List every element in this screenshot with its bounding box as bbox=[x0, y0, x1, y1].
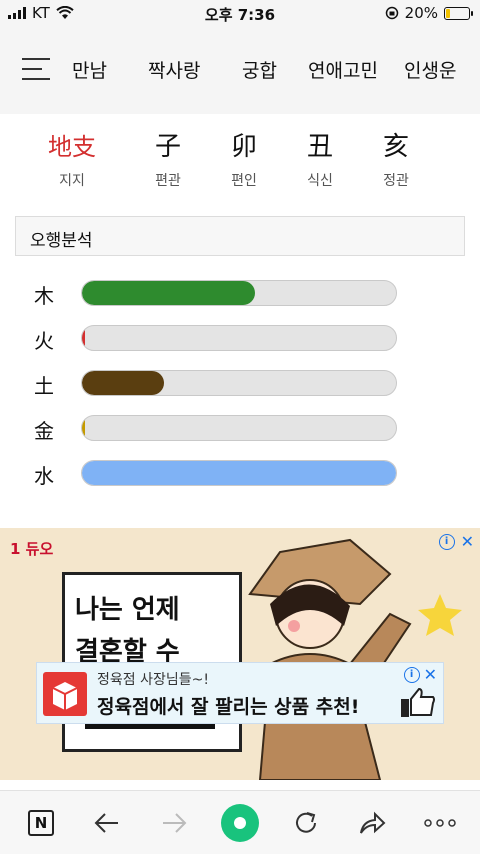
element-bar-track bbox=[81, 280, 397, 306]
pillar-sub: 정관 bbox=[383, 173, 409, 189]
pillar-2: 卯 편인 bbox=[209, 130, 279, 190]
element-label: 火 bbox=[34, 329, 54, 353]
element-row-fire: 火 bbox=[0, 321, 480, 355]
pillar-hanja: 卯 bbox=[230, 132, 257, 162]
pillar-hanja: 丑 bbox=[306, 132, 333, 162]
nav-item-crush[interactable]: 짝사랑 bbox=[148, 56, 200, 83]
element-bar-track bbox=[81, 370, 397, 396]
battery-icon bbox=[444, 6, 473, 20]
element-bar-track bbox=[81, 325, 397, 351]
jiji-label: 지지 bbox=[59, 173, 85, 189]
pillar-hanja: 亥 bbox=[382, 132, 409, 162]
pillar-3: 丑 식신 bbox=[285, 130, 355, 190]
jiji-hanja: 地支 bbox=[48, 133, 96, 161]
nav-item-compatibility[interactable]: 궁합 bbox=[242, 56, 277, 83]
box-icon bbox=[43, 672, 87, 716]
element-label: 土 bbox=[34, 374, 54, 398]
section-title: 오행분석 bbox=[30, 231, 93, 251]
status-bar: KT 오후 7:36 20% bbox=[0, 0, 480, 26]
element-label: 木 bbox=[34, 284, 54, 308]
element-bar-fill bbox=[82, 371, 164, 395]
status-right: 20% bbox=[385, 4, 473, 22]
more-icon bbox=[424, 819, 456, 827]
battery-percent: 20% bbox=[404, 4, 438, 22]
element-row-water: 水 bbox=[0, 456, 480, 490]
banner-big-text: 정육점에서 잘 팔리는 상품 추천! bbox=[97, 696, 360, 718]
nav-item-life-fortune[interactable]: 인생운 bbox=[404, 56, 456, 83]
forward-arrow-icon bbox=[163, 813, 187, 833]
earthly-branches-row: 地支 지지 子 편관 卯 편인 丑 식신 亥 정관 bbox=[0, 130, 480, 196]
share-icon bbox=[360, 811, 386, 834]
element-row-earth: 土 bbox=[0, 366, 480, 400]
close-icon[interactable]: ✕ bbox=[424, 667, 437, 683]
refresh-icon bbox=[296, 812, 316, 833]
refresh-button[interactable] bbox=[290, 807, 322, 839]
element-row-metal: 金 bbox=[0, 411, 480, 445]
banner-ad-choices[interactable]: i ✕ bbox=[403, 667, 437, 683]
pillar-4: 亥 정관 bbox=[361, 130, 431, 190]
n-icon: N bbox=[28, 810, 54, 836]
hamburger-menu-icon[interactable] bbox=[22, 58, 50, 80]
element-row-wood: 木 bbox=[0, 276, 480, 310]
element-bar-fill bbox=[82, 461, 396, 485]
nav-item-manam[interactable]: 만남 bbox=[72, 56, 107, 83]
element-bar-fill bbox=[82, 281, 255, 305]
element-bar-fill bbox=[82, 326, 86, 350]
ad-banner[interactable]: 정육점 사장님들~! 정육점에서 잘 팔리는 상품 추천! i ✕ bbox=[36, 662, 444, 724]
thumbs-up-icon bbox=[401, 687, 435, 717]
banner-small-text: 정육점 사장님들~! bbox=[97, 672, 209, 688]
pillar-label: 地支 지지 bbox=[37, 130, 107, 190]
back-button[interactable] bbox=[91, 807, 123, 839]
element-label: 水 bbox=[34, 464, 54, 488]
element-label: 金 bbox=[34, 419, 54, 443]
five-elements-header: 오행분석 bbox=[15, 216, 465, 256]
detective-illustration bbox=[248, 538, 462, 780]
green-dot-button[interactable] bbox=[220, 803, 260, 843]
sign-line-1: 나는 언제 bbox=[75, 595, 180, 625]
back-arrow-icon bbox=[94, 813, 118, 833]
advertisement[interactable]: 1 듀오 i ✕ 나는 언제 결혼할 수 정육점 사장님들~! 정육점에서 잘 … bbox=[0, 528, 480, 780]
top-navigation: 만남 짝사랑 궁합 연애고민 인생운 bbox=[0, 26, 480, 114]
element-bar-track bbox=[81, 460, 397, 486]
info-icon[interactable]: i bbox=[403, 667, 420, 683]
forward-button[interactable] bbox=[158, 807, 190, 839]
pillar-sub: 편인 bbox=[231, 173, 257, 189]
ad-brand-logo: 1 듀오 bbox=[10, 540, 54, 558]
pillar-hanja: 子 bbox=[154, 132, 181, 162]
element-bar-track bbox=[81, 415, 397, 441]
pillar-1: 子 편관 bbox=[133, 130, 203, 190]
browser-toolbar: N bbox=[0, 790, 480, 854]
green-dot-icon bbox=[221, 804, 259, 842]
naver-home-button[interactable]: N bbox=[25, 807, 57, 839]
rotation-lock-icon bbox=[385, 6, 398, 20]
pillar-sub: 편관 bbox=[155, 173, 181, 189]
pillar-sub: 식신 bbox=[307, 173, 333, 189]
nav-item-love-advice[interactable]: 연애고민 bbox=[308, 56, 378, 83]
element-bar-fill bbox=[82, 416, 86, 440]
more-button[interactable] bbox=[424, 807, 456, 839]
share-button[interactable] bbox=[356, 807, 388, 839]
